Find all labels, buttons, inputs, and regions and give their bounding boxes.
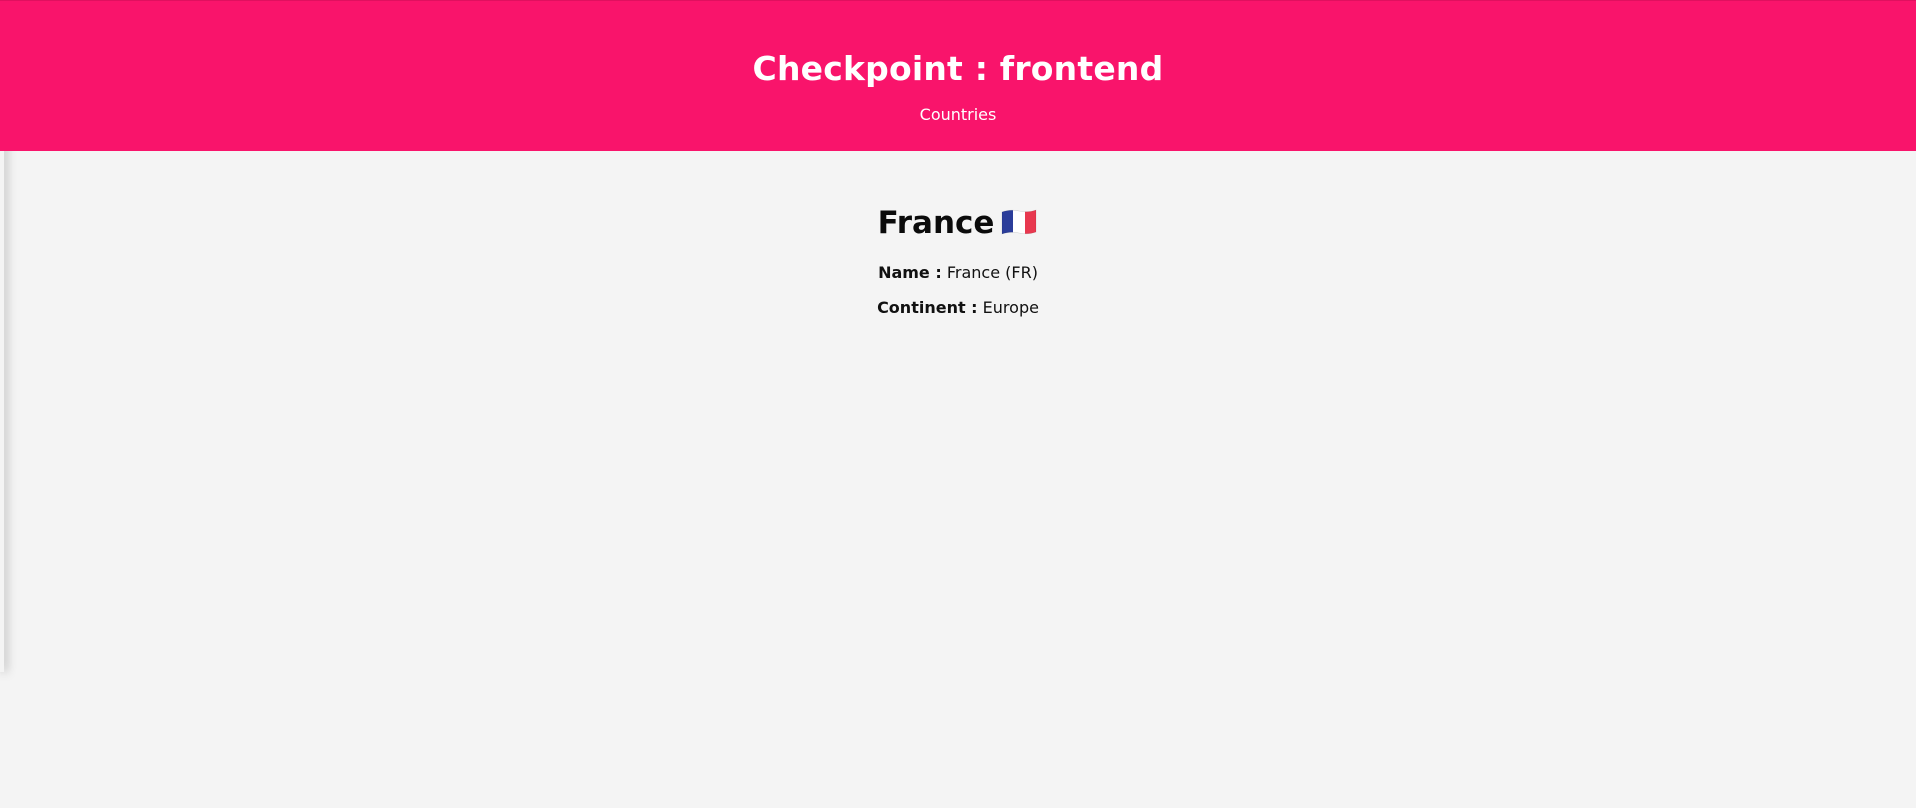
- name-value: France (FR): [946, 263, 1038, 282]
- continent-label: Continent :: [877, 298, 978, 317]
- france-flag-icon: [1002, 209, 1037, 235]
- page: Checkpoint : frontend Countries France N…: [0, 0, 1916, 808]
- country-continent-row: Continent : Europe: [0, 298, 1916, 318]
- name-label: Name :: [878, 263, 942, 282]
- country-details: France Name : France (FR) Continent : Eu: [0, 151, 1916, 318]
- continent-value: Europe: [982, 298, 1039, 317]
- country-heading: France: [0, 151, 1916, 243]
- app-title: Checkpoint : frontend: [752, 49, 1164, 88]
- app-header: Checkpoint : frontend Countries: [0, 0, 1916, 151]
- country-name-row: Name : France (FR): [0, 263, 1916, 283]
- countries-link[interactable]: Countries: [920, 105, 997, 124]
- country-heading-name: France: [877, 205, 995, 241]
